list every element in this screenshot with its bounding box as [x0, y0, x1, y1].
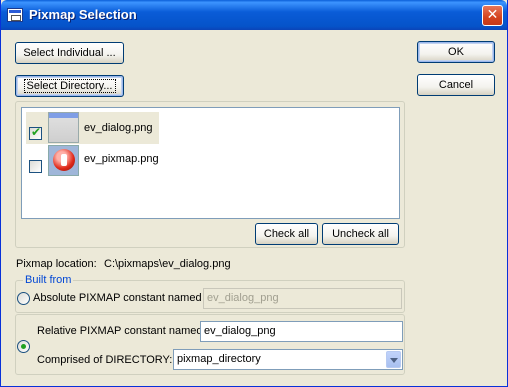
cancel-button[interactable]: Cancel [417, 74, 495, 96]
list-item-label: ev_pixmap.png [84, 153, 159, 165]
pixmap-selection-dialog: Pixmap Selection ✕ Select Individual ...… [0, 0, 508, 387]
directory-value: pixmap_directory [177, 353, 261, 365]
directory-label: Comprised of DIRECTORY: [37, 354, 173, 366]
ok-button[interactable]: OK [417, 41, 495, 63]
ev-dialog-checkbox[interactable] [29, 125, 42, 140]
window-icon [7, 8, 23, 22]
relative-constant-field[interactable]: ev_dialog_png [200, 321, 403, 342]
relative-radio[interactable] [17, 340, 30, 353]
select-directory-button[interactable]: Select Directory... [15, 75, 124, 97]
absolute-radio[interactable] [17, 292, 30, 305]
pixmap-listbox[interactable]: ev_dialog.png ev_pixmap.png [21, 107, 400, 219]
window-title: Pixmap Selection [29, 7, 137, 22]
absolute-label: Absolute PIXMAP constant named [33, 292, 202, 304]
directory-select[interactable]: pixmap_directory [173, 349, 403, 370]
cancel-label: Cancel [438, 79, 474, 91]
list-item[interactable]: ev_dialog.png [26, 112, 159, 144]
absolute-constant-value: ev_dialog_png [207, 292, 279, 304]
absolute-constant-field[interactable]: ev_dialog_png [203, 288, 402, 309]
ok-label: OK [448, 46, 464, 58]
close-icon[interactable]: ✕ [482, 5, 503, 26]
select-individual-button[interactable]: Select Individual ... [15, 42, 124, 64]
list-item-label: ev_dialog.png [84, 122, 153, 134]
dialog-thumbnail-icon [48, 112, 79, 143]
check-all-button[interactable]: Check all [255, 223, 318, 245]
relative-constant-value: ev_dialog_png [204, 325, 276, 337]
uncheck-all-label: Uncheck all [332, 228, 389, 240]
select-individual-label: Select Individual ... [23, 47, 116, 59]
ev-pixmap-checkbox[interactable] [29, 160, 42, 173]
title-bar: Pixmap Selection ✕ [1, 0, 507, 30]
pixmap-location-label: Pixmap location: [16, 258, 97, 270]
built-from-legend: Built from [23, 274, 74, 286]
pixmap-thumbnail-icon [48, 145, 79, 176]
select-directory-label: Select Directory... [23, 79, 116, 93]
uncheck-all-button[interactable]: Uncheck all [322, 223, 399, 245]
list-item[interactable]: ev_pixmap.png [26, 145, 396, 177]
chevron-down-icon[interactable] [386, 351, 401, 368]
check-all-label: Check all [263, 228, 310, 240]
pixmap-location-value: C:\pixmaps\ev_dialog.png [104, 258, 231, 270]
relative-label: Relative PIXMAP constant named: [37, 325, 206, 337]
